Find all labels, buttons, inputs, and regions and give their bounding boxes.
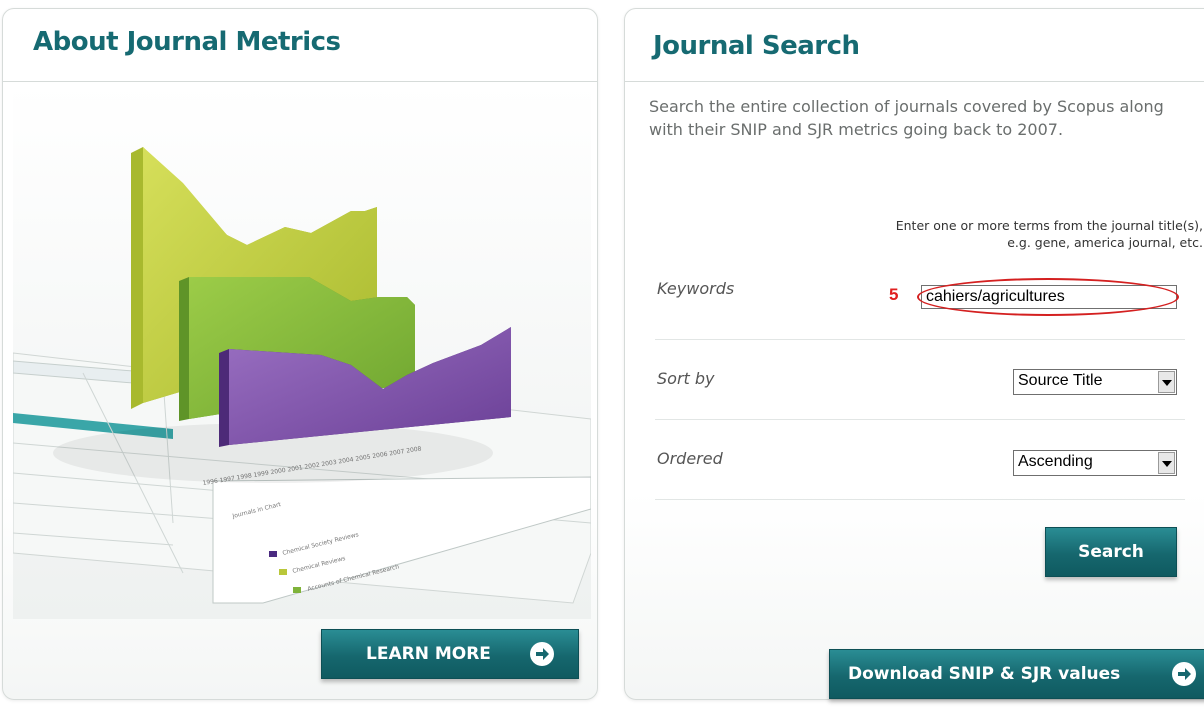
journal-metrics-chart-illustration: 1996 1997 1998 1999 2000 2001 2002 2003 … bbox=[13, 83, 591, 619]
arrow-right-icon bbox=[1172, 662, 1196, 686]
learn-more-button[interactable]: LEARN MORE bbox=[321, 629, 579, 679]
search-button[interactable]: Search bbox=[1045, 527, 1177, 577]
keywords-hint: Enter one or more terms from the journal… bbox=[783, 217, 1203, 251]
ordered-value: Ascending bbox=[1018, 453, 1093, 470]
ordered-select[interactable]: Ascending bbox=[1013, 450, 1177, 476]
title-divider bbox=[3, 81, 597, 82]
journal-search-title: Journal Search bbox=[653, 31, 860, 61]
form-divider bbox=[655, 339, 1185, 340]
keywords-hint-line-1: Enter one or more terms from the journal… bbox=[895, 218, 1203, 233]
form-divider bbox=[655, 419, 1185, 420]
keywords-input[interactable] bbox=[921, 285, 1177, 309]
form-divider bbox=[655, 499, 1185, 500]
search-description: Search the entire collection of journals… bbox=[649, 97, 1164, 139]
keywords-hint-line-2: e.g. gene, america journal, etc. bbox=[1007, 235, 1203, 250]
download-snip-sjr-button[interactable]: Download SNIP & SJR values bbox=[829, 649, 1204, 699]
ordered-label: Ordered bbox=[657, 449, 723, 468]
annotation-number: 5 bbox=[889, 285, 899, 304]
sort-by-label: Sort by bbox=[657, 369, 715, 388]
title-divider bbox=[625, 81, 1204, 82]
arrow-right-icon bbox=[530, 642, 554, 666]
sort-by-select[interactable]: Source Title bbox=[1013, 369, 1177, 395]
chevron-down-icon[interactable] bbox=[1158, 452, 1175, 474]
sort-by-value: Source Title bbox=[1018, 372, 1103, 389]
search-button-label: Search bbox=[1078, 542, 1144, 562]
chevron-down-icon[interactable] bbox=[1158, 371, 1175, 393]
about-journal-metrics-title: About Journal Metrics bbox=[33, 27, 341, 57]
download-button-label: Download SNIP & SJR values bbox=[848, 664, 1121, 684]
journal-search-panel: Journal Search Search the entire collect… bbox=[624, 8, 1204, 700]
keywords-label: Keywords bbox=[657, 279, 735, 298]
about-journal-metrics-panel: About Journal Metrics 1996 1997 1998 199… bbox=[2, 8, 598, 700]
learn-more-label: LEARN MORE bbox=[366, 644, 491, 664]
